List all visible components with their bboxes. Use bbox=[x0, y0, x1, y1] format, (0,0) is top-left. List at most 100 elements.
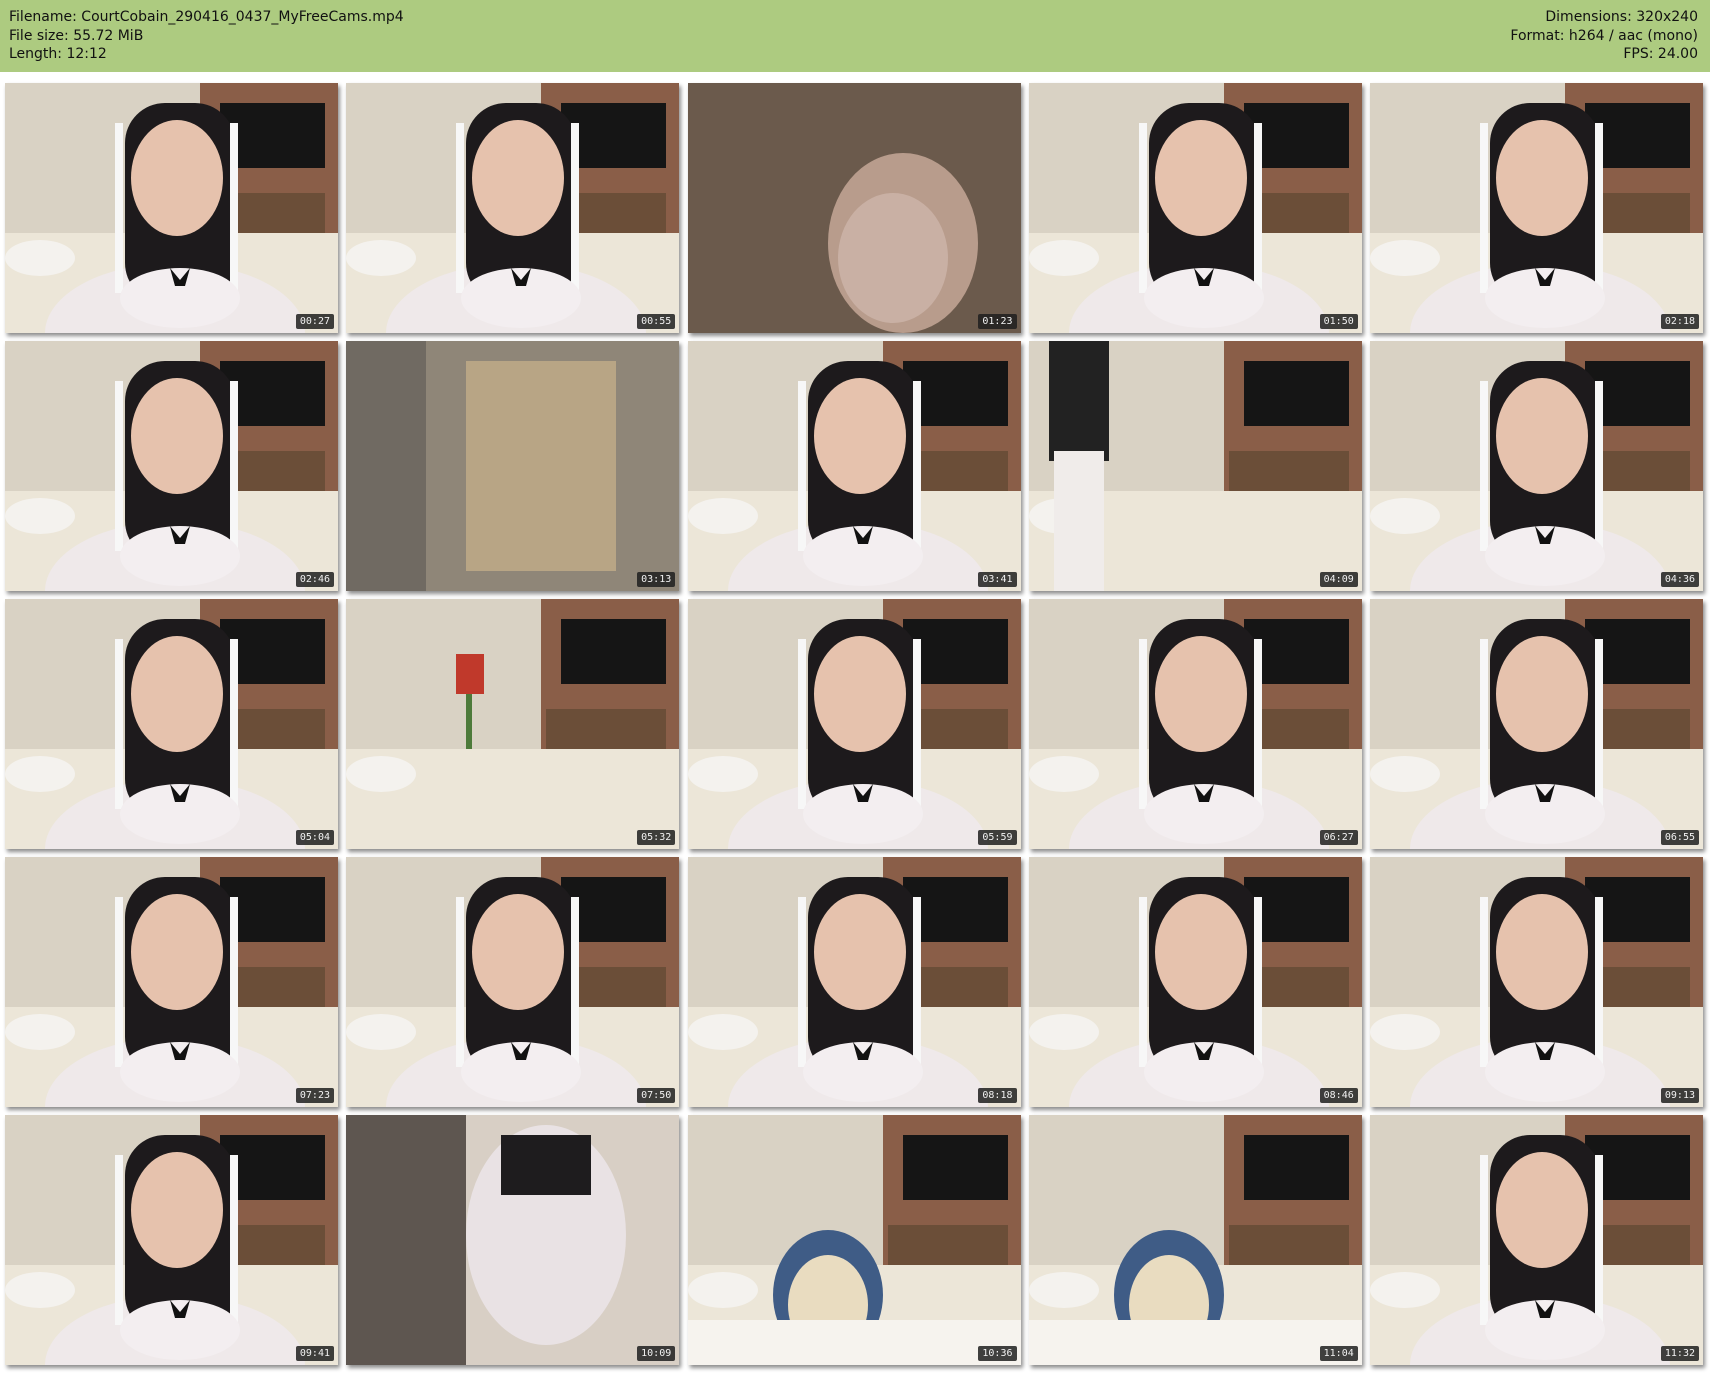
info-left: Filename: CourtCobain_290416_0437_MyFree… bbox=[9, 8, 404, 64]
frame-illustration bbox=[687, 857, 1021, 1107]
thumbnail-6[interactable]: 02:46 bbox=[5, 341, 338, 591]
info-header: Filename: CourtCobain_290416_0437_MyFree… bbox=[0, 0, 1710, 72]
thumbnail-25[interactable]: 11:32 bbox=[1370, 1115, 1703, 1365]
video-frame bbox=[346, 341, 680, 591]
timestamp-badge: 00:27 bbox=[295, 314, 334, 329]
thumbnail-16[interactable]: 07:23 bbox=[5, 857, 338, 1107]
frame-illustration bbox=[5, 599, 338, 849]
timestamp-badge: 03:41 bbox=[978, 572, 1017, 587]
timestamp-badge: 04:09 bbox=[1319, 572, 1358, 587]
frame-illustration bbox=[346, 857, 680, 1107]
thumbnail-3[interactable]: 01:23 bbox=[687, 83, 1021, 333]
frame-illustration bbox=[346, 1115, 680, 1365]
frame-illustration bbox=[1370, 599, 1703, 849]
dimensions-label: Dimensions: 320x240 bbox=[1545, 9, 1698, 25]
frame-illustration bbox=[687, 83, 1021, 333]
thumbnail-15[interactable]: 06:55 bbox=[1370, 599, 1703, 849]
video-frame bbox=[1028, 1115, 1362, 1365]
timestamp-badge: 02:46 bbox=[295, 572, 334, 587]
thumbnail-8[interactable]: 03:41 bbox=[687, 341, 1021, 591]
thumbnail-22[interactable]: 10:09 bbox=[346, 1115, 680, 1365]
frame-illustration bbox=[5, 83, 338, 333]
timestamp-badge: 06:55 bbox=[1660, 830, 1699, 845]
thumbnail-11[interactable]: 05:04 bbox=[5, 599, 338, 849]
thumbnail-20[interactable]: 09:13 bbox=[1370, 857, 1703, 1107]
thumbnail-7[interactable]: 03:13 bbox=[346, 341, 680, 591]
filesize-label: File size: 55.72 MiB bbox=[9, 27, 144, 44]
video-frame bbox=[1370, 83, 1703, 333]
video-frame bbox=[346, 599, 680, 849]
timestamp-badge: 10:36 bbox=[978, 1346, 1017, 1361]
filename-label: Filename: CourtCobain_290416_0437_MyFree… bbox=[9, 9, 404, 25]
format-label: Format: h264 / aac (mono) bbox=[1510, 27, 1698, 44]
frame-illustration bbox=[346, 83, 680, 333]
video-frame bbox=[5, 1115, 338, 1365]
timestamp-badge: 08:46 bbox=[1319, 1088, 1358, 1103]
video-frame bbox=[346, 857, 680, 1107]
timestamp-badge: 09:41 bbox=[295, 1346, 334, 1361]
frame-illustration bbox=[346, 599, 680, 849]
thumbnail-12[interactable]: 05:32 bbox=[346, 599, 680, 849]
frame-illustration bbox=[1028, 83, 1362, 333]
thumbnail-17[interactable]: 07:50 bbox=[346, 857, 680, 1107]
thumbnail-18[interactable]: 08:18 bbox=[687, 857, 1021, 1107]
video-frame bbox=[687, 341, 1021, 591]
frame-illustration bbox=[687, 341, 1021, 591]
frame-illustration bbox=[1370, 857, 1703, 1107]
timestamp-badge: 11:32 bbox=[1660, 1346, 1699, 1361]
thumbnail-10[interactable]: 04:36 bbox=[1370, 341, 1703, 591]
frame-illustration bbox=[687, 1115, 1021, 1365]
frame-illustration bbox=[1028, 1115, 1362, 1365]
timestamp-badge: 00:55 bbox=[637, 314, 676, 329]
frame-illustration bbox=[346, 341, 680, 591]
thumbnail-24[interactable]: 11:04 bbox=[1028, 1115, 1362, 1365]
video-frame bbox=[5, 341, 338, 591]
video-frame bbox=[687, 1115, 1021, 1365]
frame-illustration bbox=[1028, 857, 1362, 1107]
thumbnail-19[interactable]: 08:46 bbox=[1028, 857, 1362, 1107]
video-frame bbox=[346, 1115, 680, 1365]
timestamp-badge: 01:50 bbox=[1319, 314, 1358, 329]
timestamp-badge: 03:13 bbox=[637, 572, 676, 587]
fps-label: FPS: 24.00 bbox=[1623, 46, 1698, 62]
thumbnail-4[interactable]: 01:50 bbox=[1028, 83, 1362, 333]
frame-illustration bbox=[1370, 83, 1703, 333]
frame-illustration bbox=[5, 1115, 338, 1365]
timestamp-badge: 07:50 bbox=[637, 1088, 676, 1103]
video-frame bbox=[687, 599, 1021, 849]
video-frame bbox=[1028, 83, 1362, 333]
thumbnail-2[interactable]: 00:55 bbox=[346, 83, 680, 333]
frame-illustration bbox=[5, 341, 338, 591]
timestamp-badge: 01:23 bbox=[978, 314, 1017, 329]
video-frame bbox=[346, 83, 680, 333]
thumbnail-9[interactable]: 04:09 bbox=[1028, 341, 1362, 591]
info-right: Dimensions: 320x240 Format: h264 / aac (… bbox=[1510, 8, 1698, 64]
thumbnail-21[interactable]: 09:41 bbox=[5, 1115, 338, 1365]
video-frame bbox=[1370, 857, 1703, 1107]
timestamp-badge: 07:23 bbox=[295, 1088, 334, 1103]
thumbnail-14[interactable]: 06:27 bbox=[1028, 599, 1362, 849]
thumbnail-5[interactable]: 02:18 bbox=[1370, 83, 1703, 333]
timestamp-badge: 06:27 bbox=[1319, 830, 1358, 845]
video-frame bbox=[1370, 1115, 1703, 1365]
timestamp-badge: 04:36 bbox=[1660, 572, 1699, 587]
video-frame bbox=[1028, 857, 1362, 1107]
video-frame bbox=[1370, 341, 1703, 591]
thumbnail-1[interactable]: 00:27 bbox=[5, 83, 338, 333]
thumbnail-23[interactable]: 10:36 bbox=[687, 1115, 1021, 1365]
length-label: Length: 12:12 bbox=[9, 46, 107, 62]
timestamp-badge: 10:09 bbox=[637, 1346, 676, 1361]
frame-illustration bbox=[1370, 341, 1703, 591]
frame-illustration bbox=[1370, 1115, 1703, 1365]
frame-illustration bbox=[1028, 341, 1362, 591]
frame-illustration bbox=[5, 857, 338, 1107]
thumbnail-grid: 00:27 00:55 01:23 01:50 02:18 02:46 03:13 03:41… bbox=[0, 72, 1710, 1373]
timestamp-badge: 02:18 bbox=[1660, 314, 1699, 329]
video-frame bbox=[1028, 599, 1362, 849]
video-frame bbox=[687, 83, 1021, 333]
thumbnail-13[interactable]: 05:59 bbox=[687, 599, 1021, 849]
video-frame bbox=[687, 857, 1021, 1107]
video-frame bbox=[1028, 341, 1362, 591]
video-frame bbox=[5, 857, 338, 1107]
video-frame bbox=[5, 83, 338, 333]
